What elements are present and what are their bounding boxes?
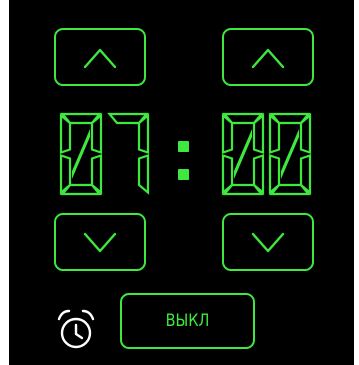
hours-display — [59, 112, 150, 196]
chevron-down-icon — [83, 232, 117, 253]
alarm-state-label: ВЫКЛ — [165, 311, 210, 331]
digit-segment-slash — [72, 129, 90, 179]
digit-segment-b — [299, 113, 312, 155]
minutes-up-button[interactable] — [222, 28, 314, 86]
digit-segment-c — [137, 153, 150, 195]
hours-down-button[interactable] — [54, 213, 146, 271]
minutes-down-button[interactable] — [222, 213, 314, 271]
digit-segment-b — [137, 113, 150, 155]
alarm-clock-icon — [57, 309, 95, 349]
minutes-display — [221, 112, 312, 196]
chevron-up-icon — [251, 48, 285, 69]
time-separator — [178, 135, 190, 185]
digit-segment-b — [90, 113, 103, 155]
digit-segment-slash — [234, 129, 252, 179]
digit-segment-e — [59, 153, 72, 195]
hours-up-button[interactable] — [54, 28, 146, 86]
digit-segment-f — [221, 113, 234, 155]
chevron-down-icon — [251, 232, 285, 253]
digit-segment-e — [221, 153, 234, 195]
digit-segment-e — [268, 153, 281, 195]
digit-segment-slash — [281, 129, 299, 179]
digit-segment-f — [59, 113, 72, 155]
chevron-up-icon — [83, 48, 117, 69]
alarm-toggle-button[interactable]: ВЫКЛ — [120, 293, 255, 349]
digit-segment-f — [268, 113, 281, 155]
alarm-screen: ВЫКЛ — [9, 0, 354, 365]
digit-segment-b — [252, 113, 265, 155]
